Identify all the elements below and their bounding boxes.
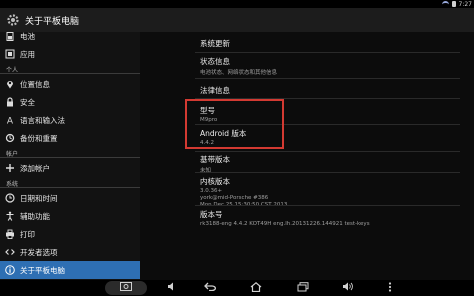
volume-up-button[interactable]: [338, 281, 358, 295]
wifi-icon: [441, 0, 449, 8]
system-update-item[interactable]: 系统更新: [200, 38, 230, 49]
item-summary-line: york@mid-Porsche #386: [200, 195, 269, 201]
print-icon: [5, 229, 15, 239]
sidebar-item-language[interactable]: A 语言和输入法: [0, 111, 140, 129]
status-icons: 7:27: [441, 0, 472, 8]
menu-icon: [388, 281, 392, 295]
language-icon: A: [5, 115, 15, 126]
location-icon: [5, 79, 15, 89]
divider: [0, 73, 140, 74]
sidebar-item-label: 添加帐户: [20, 163, 50, 173]
home-button[interactable]: [246, 281, 266, 295]
sidebar-item-label: 电池: [20, 32, 35, 41]
page-title: 关于平板电脑: [25, 16, 80, 27]
recents-button[interactable]: [293, 281, 313, 295]
home-icon: [250, 281, 262, 295]
accessibility-icon: [5, 211, 15, 221]
sidebar-item-label: 应用: [20, 49, 35, 59]
back-icon: [204, 282, 216, 294]
settings-sidebar[interactable]: 电池 应用 个人 位置信息 安全 A 语言和输入法 备份和重置 帐户 添加帐户: [0, 32, 140, 280]
backup-icon: [5, 133, 15, 143]
sidebar-item-label: 关于平板电脑: [20, 265, 65, 275]
sidebar-item-apps[interactable]: 应用: [0, 45, 140, 63]
developer-icon: [5, 247, 15, 257]
item-summary: rk3188-eng 4.4.2 KOT49H eng.lh.20131226.…: [200, 221, 370, 227]
divider: [195, 78, 460, 79]
item-title: 系统更新: [200, 39, 230, 48]
sidebar-item-battery[interactable]: 电池: [0, 32, 140, 45]
sidebar-item-label: 打印: [20, 229, 35, 239]
item-title: 版本号: [200, 210, 223, 219]
sidebar-item-label: 安全: [20, 97, 35, 107]
item-title: 基带版本: [200, 155, 230, 164]
sidebar-item-label: 备份和重置: [20, 133, 58, 143]
build-number-item[interactable]: 版本号 rk3188-eng 4.4.2 KOT49H eng.lh.20131…: [200, 209, 370, 227]
battery-status-icon: [451, 1, 456, 7]
divider: [0, 187, 140, 188]
divider: [195, 151, 460, 152]
screenshot-button[interactable]: [105, 281, 147, 295]
item-title: 状态信息: [200, 57, 230, 66]
apps-icon: [5, 49, 15, 59]
sidebar-item-date-time[interactable]: 日期和时间: [0, 189, 140, 207]
red-highlight-box: [185, 99, 284, 149]
recents-icon: [297, 281, 309, 295]
divider: [195, 52, 460, 53]
battery-icon: [5, 32, 15, 41]
sidebar-item-add-account[interactable]: 添加帐户: [0, 159, 140, 177]
add-icon: [5, 163, 15, 173]
item-title: 法律信息: [200, 86, 230, 95]
kernel-version-item: 内核版本 3.0.36+ york@mid-Porsche #386 Mon D…: [200, 176, 287, 208]
divider: [195, 205, 460, 206]
settings-gear-icon[interactable]: [5, 12, 21, 28]
back-button[interactable]: [200, 281, 220, 295]
divider: [195, 172, 460, 173]
status-info-item[interactable]: 状态信息 电池状态、网络状态和其他信息: [200, 56, 277, 76]
about-detail-pane: 系统更新 状态信息 电池状态、网络状态和其他信息 法律信息 型号 M9pro A…: [185, 32, 474, 280]
legal-info-item[interactable]: 法律信息: [200, 85, 230, 96]
clock-icon: [5, 193, 15, 203]
sidebar-item-label: 位置信息: [20, 79, 50, 89]
sidebar-item-backup[interactable]: 备份和重置: [0, 129, 140, 147]
status-bar: 7:27: [0, 0, 474, 8]
sidebar-item-location[interactable]: 位置信息: [0, 75, 140, 93]
sidebar-item-label: 辅助功能: [20, 211, 50, 221]
volume-up-icon: [342, 282, 354, 294]
navigation-bar: [0, 280, 474, 296]
sidebar-item-print[interactable]: 打印: [0, 225, 140, 243]
screenshot-icon: [120, 282, 132, 294]
info-icon: [5, 265, 15, 275]
sidebar-item-accessibility[interactable]: 辅助功能: [0, 207, 140, 225]
item-summary-line: 3.0.36+: [200, 188, 223, 194]
svg-text:A: A: [7, 117, 14, 126]
menu-button[interactable]: [380, 281, 400, 295]
sidebar-item-developer[interactable]: 开发者选项: [0, 243, 140, 261]
sidebar-item-label: 语言和输入法: [20, 115, 65, 125]
sidebar-item-label: 开发者选项: [20, 247, 58, 257]
main-content: 电池 应用 个人 位置信息 安全 A 语言和输入法 备份和重置 帐户 添加帐户: [0, 32, 474, 280]
sidebar-item-label: 日期和时间: [20, 193, 58, 203]
sidebar-item-security[interactable]: 安全: [0, 93, 140, 111]
volume-down-button[interactable]: [162, 281, 182, 295]
action-bar: 关于平板电脑: [0, 8, 474, 32]
clock-text: 7:27: [458, 0, 472, 8]
volume-down-icon: [167, 282, 177, 294]
item-title: 内核版本: [200, 177, 230, 186]
baseband-version-item: 基带版本 未知: [200, 154, 230, 174]
item-summary: 电池状态、网络状态和其他信息: [200, 70, 278, 76]
sidebar-item-about-tablet[interactable]: 关于平板电脑: [0, 261, 140, 279]
lock-icon: [5, 97, 15, 107]
divider: [0, 157, 140, 158]
